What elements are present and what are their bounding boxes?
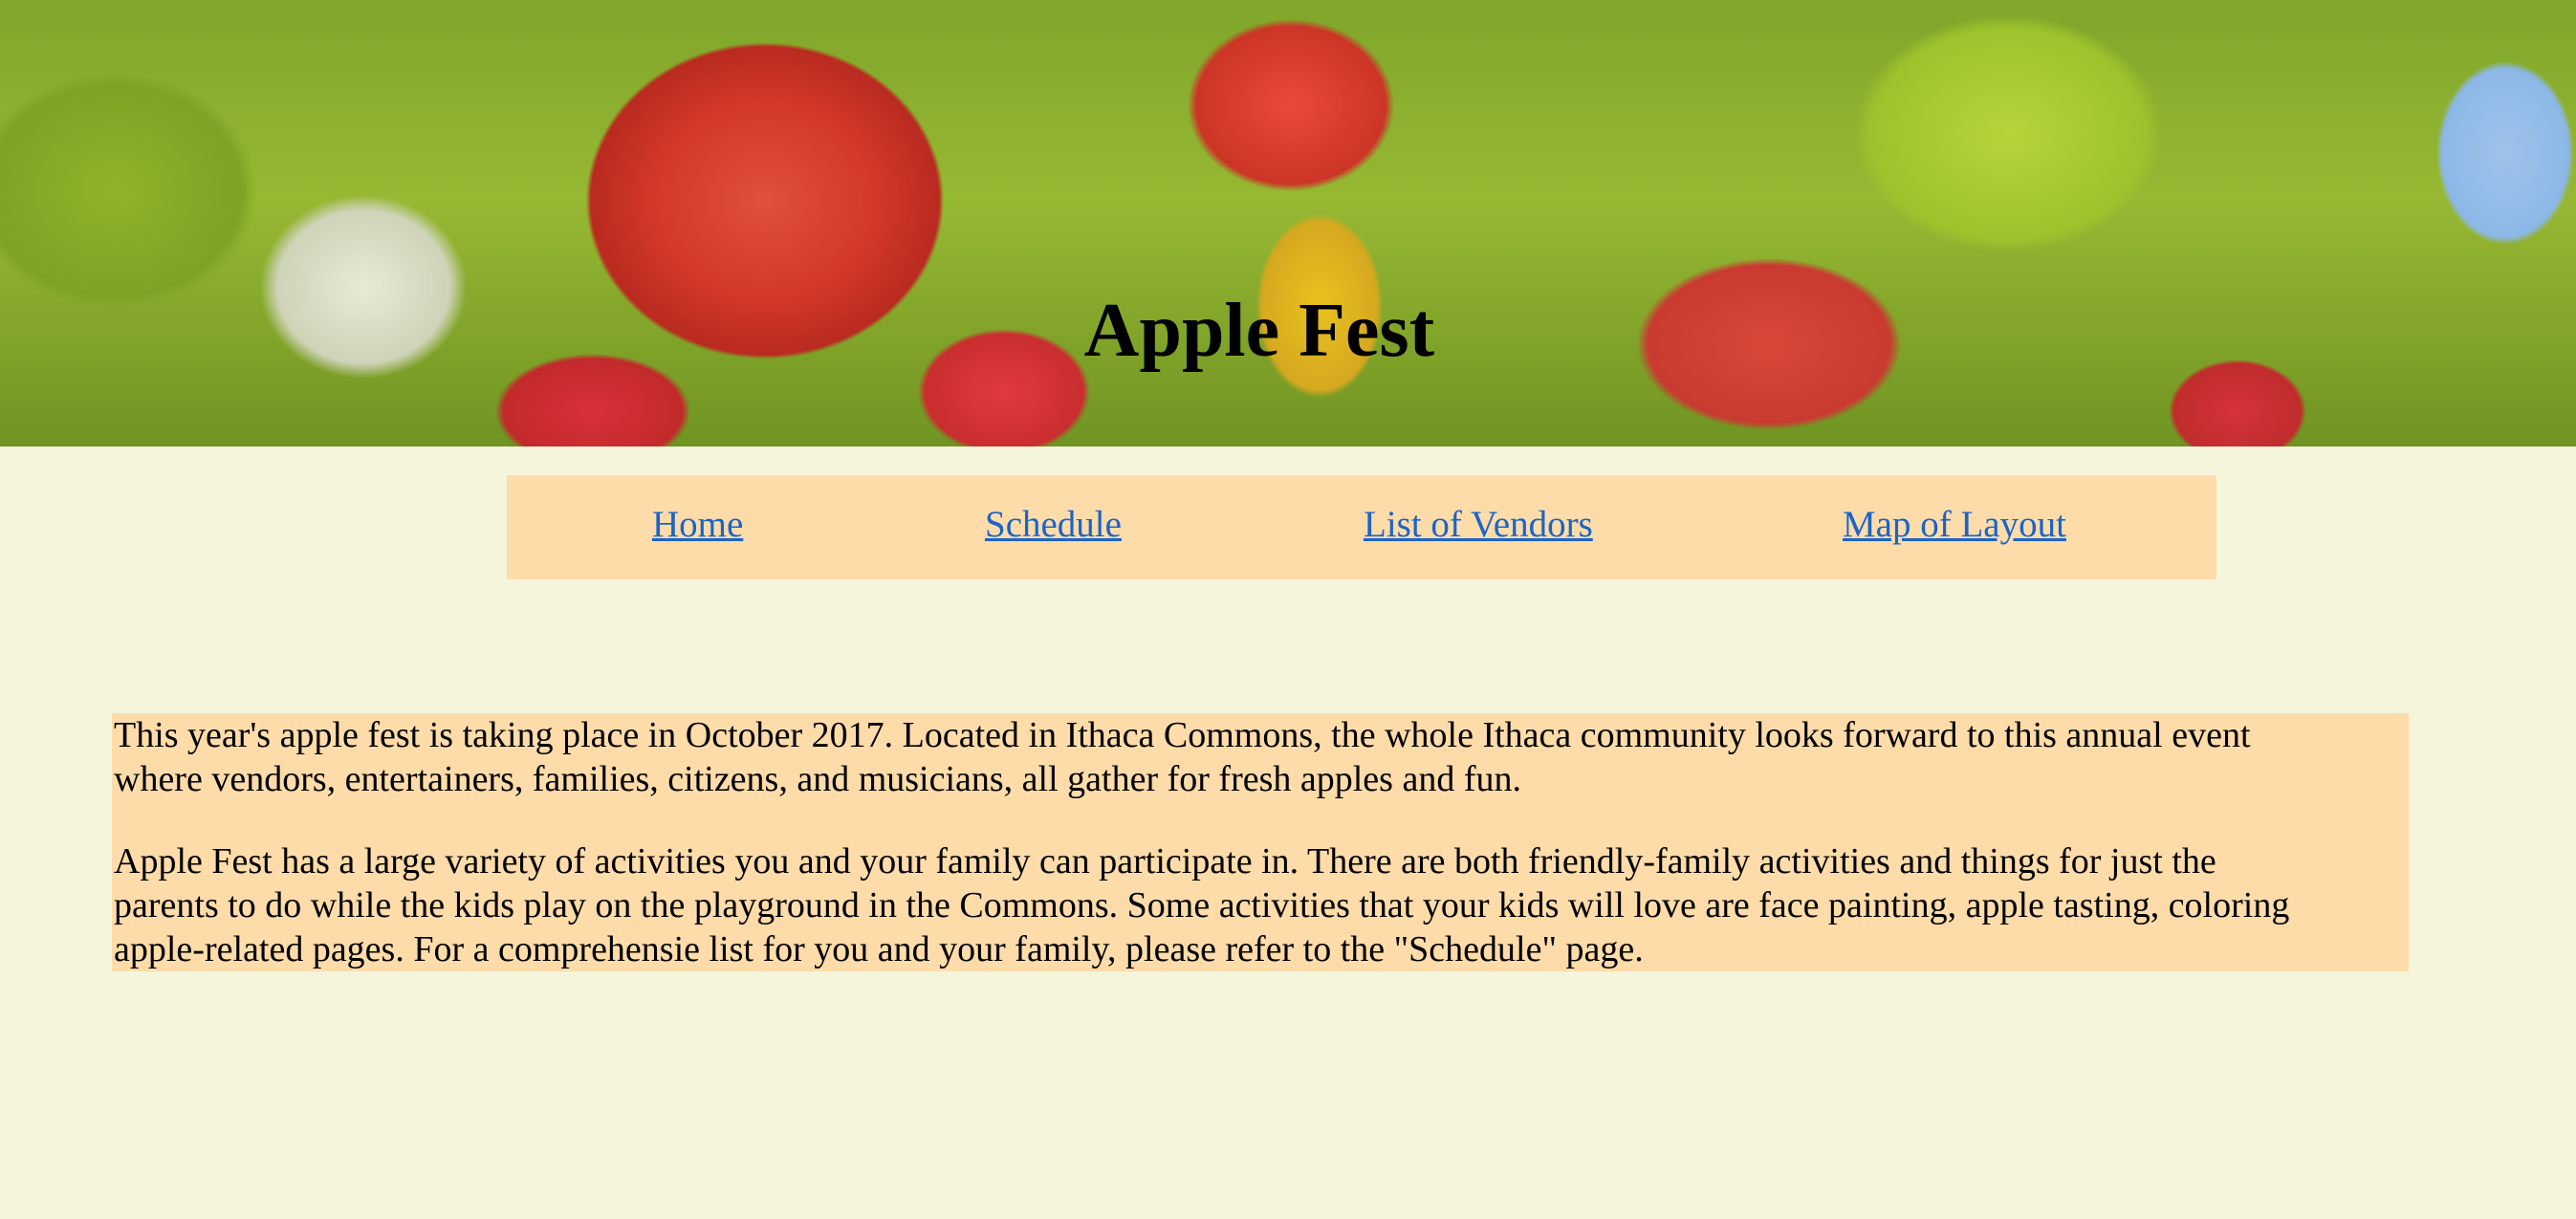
activities-paragraph-line: Apple Fest has a large variety of activi…	[114, 841, 2216, 882]
intro-paragraph-line: where vendors, entertainers, families, c…	[114, 759, 1521, 799]
activities-paragraph-line: apple-related pages. For a comprehensie …	[114, 929, 1644, 969]
nav-link-schedule[interactable]: Schedule	[985, 504, 1122, 546]
activities-paragraph-line: parents to do while the kids play on the…	[114, 885, 2290, 925]
intro-paragraph-line: This year's apple fest is taking place i…	[114, 715, 2251, 755]
page-title: Apple Fest	[1083, 289, 1435, 373]
hero-banner: Apple Fest	[0, 0, 2576, 446]
intro-paragraph: This year's apple fest is taking place i…	[114, 713, 2251, 801]
nav-link-vendors[interactable]: List of Vendors	[1364, 504, 1593, 546]
main-nav: Home Schedule List of Vendors Map of Lay…	[507, 475, 2216, 579]
activities-paragraph: Apple Fest has a large variety of activi…	[114, 839, 2289, 971]
nav-link-home[interactable]: Home	[652, 504, 743, 546]
nav-link-map[interactable]: Map of Layout	[1843, 504, 2066, 546]
content-section: This year's apple fest is taking place i…	[112, 713, 2409, 971]
